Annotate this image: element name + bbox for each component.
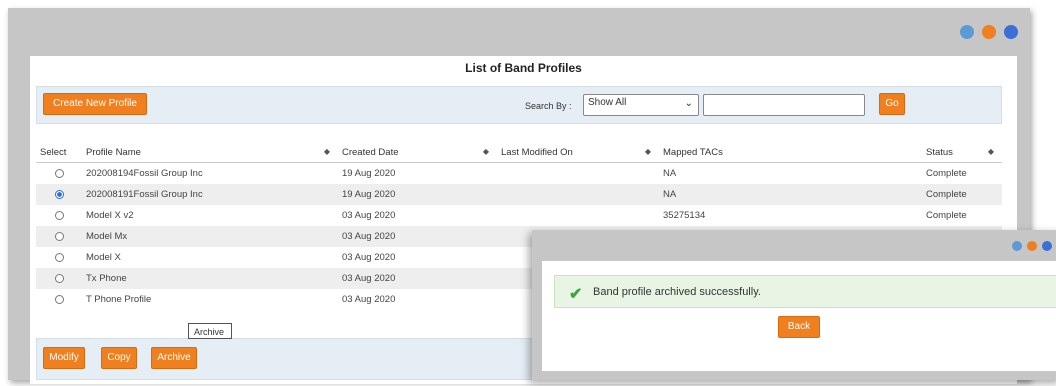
row-select-cell[interactable] — [36, 226, 82, 247]
dialog-dot-3[interactable] — [1042, 241, 1052, 251]
row-radio[interactable] — [54, 252, 64, 262]
profile-name-cell: T Phone Profile — [86, 294, 152, 305]
column-header-mapped-tacs: Mapped TACs — [659, 142, 922, 163]
column-header-profile-name[interactable]: Profile Name ◆ — [82, 142, 338, 163]
column-header-created-date[interactable]: Created Date ◆ — [338, 142, 497, 163]
table-header-row: Select Profile Name ◆ Created Date ◆ Last … — [36, 142, 1002, 163]
column-header-last-modified[interactable]: Last Modified On ◆ — [497, 142, 659, 163]
last-modified-cell — [497, 205, 659, 226]
success-alert: ✔ Band profile archived successfully. — [554, 275, 1056, 308]
last-modified-cell — [497, 163, 659, 185]
window-dot-1[interactable] — [960, 25, 974, 39]
table-row[interactable]: 202008194Fossil Group Inc 19 Aug 2020 NA… — [36, 163, 1002, 185]
row-radio[interactable] — [54, 294, 64, 304]
created-date-cell: 19 Aug 2020 — [342, 168, 396, 179]
search-by-select-value: Show All — [588, 97, 627, 108]
sort-icon[interactable]: ◆ — [988, 147, 994, 156]
profile-name-cell: 202008191Fossil Group Inc — [82, 184, 338, 205]
row-radio-selected[interactable] — [54, 189, 64, 199]
status-cell: Complete — [926, 168, 967, 179]
dialog-dot-2[interactable] — [1027, 241, 1037, 251]
profile-name-cell: Model X — [86, 252, 121, 263]
check-icon: ✔ — [569, 286, 583, 303]
search-input[interactable] — [703, 94, 865, 116]
window-controls — [960, 25, 1018, 39]
column-header-status-label: Status — [926, 146, 953, 158]
row-select-cell[interactable] — [36, 289, 82, 310]
mapped-tacs-cell: 35275134 — [663, 210, 706, 221]
search-by-label: Search By : — [525, 101, 572, 111]
created-date-cell: 19 Aug 2020 — [338, 184, 497, 205]
table-row[interactable]: Model X v2 03 Aug 2020 35275134 Complete — [36, 205, 1002, 226]
mapped-tacs-cell: NA — [659, 184, 922, 205]
row-radio[interactable] — [54, 231, 64, 241]
row-select-cell[interactable] — [36, 163, 82, 185]
mapped-tacs-cell: NA — [663, 168, 677, 179]
column-header-status[interactable]: Status ◆ — [922, 142, 1002, 163]
copy-button[interactable]: Copy — [101, 347, 137, 369]
row-select-cell[interactable] — [36, 205, 82, 226]
create-new-profile-button[interactable]: Create New Profile — [43, 93, 147, 115]
profile-name-cell: Tx Phone — [82, 268, 338, 289]
profile-name-cell: 202008194Fossil Group Inc — [86, 168, 203, 179]
created-date-cell: 03 Aug 2020 — [338, 268, 497, 289]
sort-icon[interactable]: ◆ — [324, 147, 330, 156]
search-by-select[interactable]: Show All ⌄ — [583, 94, 699, 116]
table-row[interactable]: 202008191Fossil Group Inc 19 Aug 2020 NA… — [36, 184, 1002, 205]
archive-tooltip: Archive — [188, 323, 232, 339]
dialog-panel: ✔ Band profile archived successfully. Ba… — [542, 261, 1056, 371]
created-date-cell: 03 Aug 2020 — [342, 210, 396, 221]
window-dot-3[interactable] — [1004, 25, 1018, 39]
profile-name-cell: Model Mx — [82, 226, 338, 247]
created-date-cell: 03 Aug 2020 — [338, 226, 497, 247]
column-header-last-modified-label: Last Modified On — [501, 146, 573, 158]
modify-button[interactable]: Modify — [43, 347, 85, 369]
page-title: List of Band Profiles — [465, 61, 582, 75]
row-radio[interactable] — [54, 168, 64, 178]
column-header-select: Select — [36, 142, 82, 163]
go-button[interactable]: Go — [879, 93, 905, 115]
last-modified-cell — [497, 184, 659, 205]
row-select-cell[interactable] — [36, 268, 82, 289]
sort-icon[interactable]: ◆ — [645, 147, 651, 156]
row-radio[interactable] — [54, 273, 64, 283]
back-button[interactable]: Back — [778, 316, 820, 338]
status-cell: Complete — [922, 184, 1002, 205]
toolbar: Create New Profile Search By : Show All … — [36, 86, 1002, 124]
profile-name-cell: Model X v2 — [86, 210, 134, 221]
column-header-profile-name-label: Profile Name — [86, 146, 141, 158]
created-date-cell: 03 Aug 2020 — [342, 294, 396, 305]
created-date-cell: 03 Aug 2020 — [342, 252, 396, 263]
column-header-created-date-label: Created Date — [342, 146, 399, 158]
success-dialog: ✔ Band profile archived successfully. Ba… — [532, 230, 1056, 380]
row-radio[interactable] — [54, 210, 64, 220]
success-message: Band profile archived successfully. — [593, 286, 761, 298]
dialog-dot-1[interactable] — [1012, 241, 1022, 251]
row-select-cell[interactable] — [36, 184, 82, 205]
chevron-down-icon: ⌄ — [684, 98, 693, 109]
dialog-window-controls — [1012, 241, 1052, 251]
window-dot-2[interactable] — [982, 25, 996, 39]
archive-button[interactable]: Archive — [151, 347, 197, 369]
status-cell: Complete — [926, 210, 967, 221]
sort-icon[interactable]: ◆ — [483, 147, 489, 156]
row-select-cell[interactable] — [36, 247, 82, 268]
